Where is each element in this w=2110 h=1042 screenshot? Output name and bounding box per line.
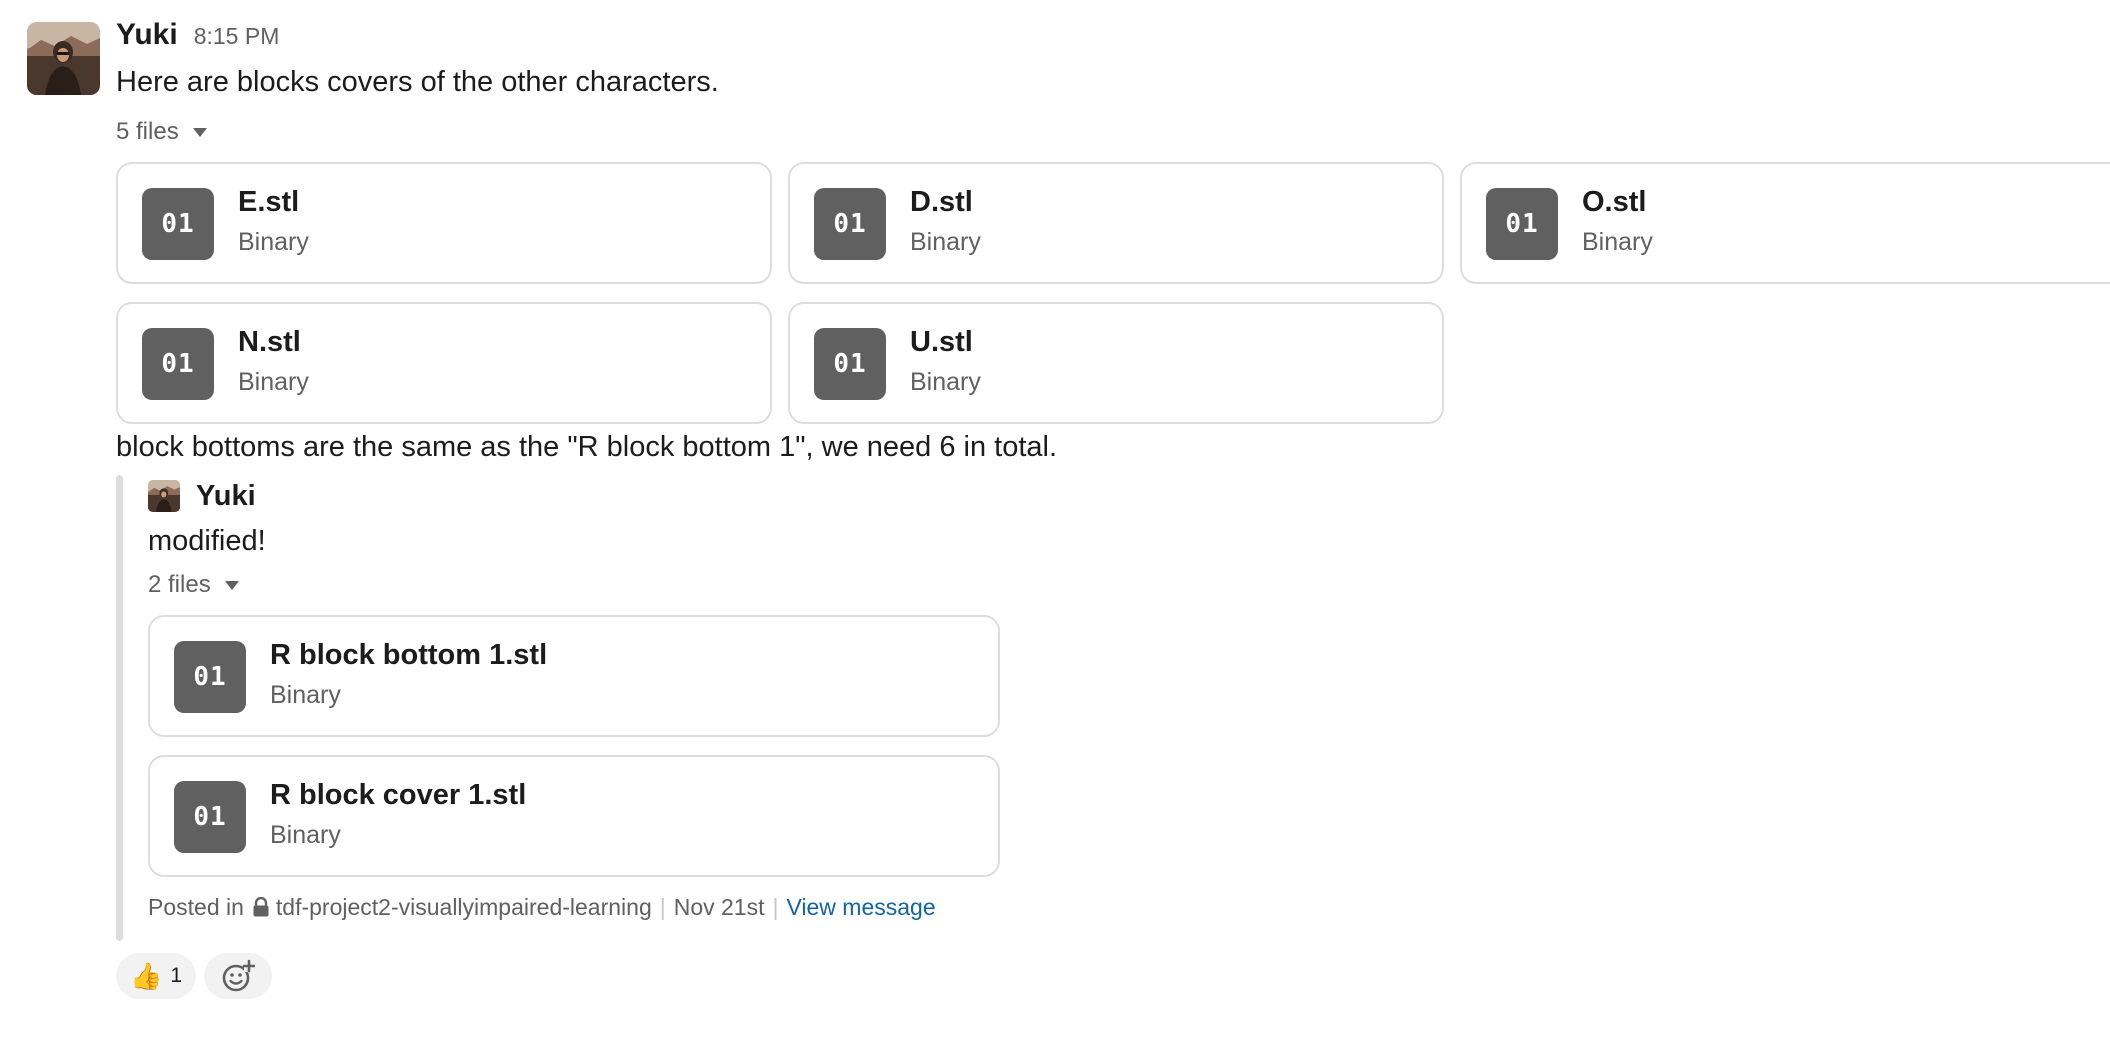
file-card[interactable]: 01 D.stl Binary [788,162,1444,284]
file-type: Binary [270,821,341,849]
file-grid: 01 E.stl Binary 01 D.stl Binary 01 O.stl… [116,162,2110,425]
caret-down-icon [224,580,239,590]
binary-file-icon: 01 [814,188,886,260]
posted-date[interactable]: Nov 21st [674,894,765,921]
file-name: O.stl [1582,186,1647,218]
file-card[interactable]: 01 R block bottom 1.stl Binary [148,615,1000,737]
binary-file-icon: 01 [142,328,214,400]
file-card[interactable]: 01 E.stl Binary [116,162,772,284]
avatar[interactable] [27,22,100,95]
message-header: Yuki 8:15 PM [116,18,2110,58]
binary-file-icon: 01 [142,188,214,260]
files-count-label: 2 files [148,571,211,598]
quoted-message: Yuki modified! 2 files 01 R block bottom… [116,475,2110,941]
caret-down-icon [192,127,207,137]
file-type: Binary [910,228,981,256]
quoted-avatar[interactable] [148,480,180,512]
posted-in-footer: Posted in tdf-project2-visuallyimpaired-… [148,890,2110,924]
file-card[interactable]: 01 U.stl Binary [788,302,1444,424]
files-count-label: 5 files [116,118,179,145]
file-name: E.stl [238,186,300,218]
reaction-thumbs-up[interactable]: 👍 1 [116,953,196,999]
add-reaction-button[interactable] [204,953,272,999]
reactions-bar: 👍 1 [116,953,2110,999]
quoted-file-list: 01 R block bottom 1.stl Binary 01 R bloc… [148,615,2110,878]
binary-file-icon: 01 [174,641,246,713]
reaction-count: 1 [170,964,183,987]
channel-link[interactable]: tdf-project2-visuallyimpaired-learning [276,894,652,921]
file-name: R block bottom 1.stl [270,639,548,671]
file-type: Binary [910,368,981,396]
separator: | [659,893,666,920]
thumbs-up-icon: 👍 [129,961,163,991]
files-toggle[interactable]: 5 files [116,114,207,150]
quote-bar [116,475,123,941]
timestamp[interactable]: 8:15 PM [194,23,280,50]
file-card[interactable]: 01 R block cover 1.stl Binary [148,755,1000,877]
binary-file-icon: 01 [814,328,886,400]
message-text: Here are blocks covers of the other char… [116,66,719,98]
quoted-header: Yuki [148,475,2110,517]
view-message-link[interactable]: View message [786,894,935,921]
file-name: U.stl [910,326,973,358]
quoted-files-toggle[interactable]: 2 files [148,567,239,603]
binary-file-icon: 01 [174,781,246,853]
separator: | [772,893,779,920]
binary-file-icon: 01 [1486,188,1558,260]
message-text-followup: block bottoms are the same as the "R blo… [116,431,1058,463]
add-reaction-icon [222,959,255,992]
file-card[interactable]: 01 O.stl Binary [1460,162,2110,284]
file-type: Binary [1582,228,1653,256]
file-card[interactable]: 01 N.stl Binary [116,302,772,424]
message: Yuki 8:15 PM Here are blocks covers of t… [0,0,2110,1042]
file-type: Binary [238,228,309,256]
file-type: Binary [238,368,309,396]
file-name: N.stl [238,326,301,358]
avatar-photo [27,22,100,95]
file-type: Binary [270,681,341,709]
posted-in-label: Posted in [148,893,244,920]
author-name[interactable]: Yuki [116,18,178,52]
quoted-author-name[interactable]: Yuki [196,480,256,513]
file-name: D.stl [910,186,973,218]
message-content: Yuki 8:15 PM Here are blocks covers of t… [116,18,2110,999]
lock-icon [252,897,270,917]
quoted-text: modified! [148,525,266,557]
file-name: R block cover 1.stl [270,779,527,811]
avatar-photo [148,480,180,512]
